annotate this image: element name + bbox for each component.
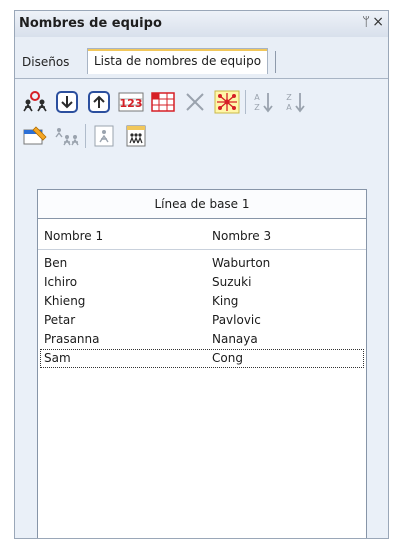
cell-name-1: Petar <box>44 313 76 327</box>
tab-designs[interactable]: Diseños <box>18 51 73 73</box>
tab-team-name-list[interactable]: Lista de nombres de equipo <box>87 48 269 74</box>
move-up-icon[interactable] <box>85 88 113 116</box>
cell-name-3: Nanaya <box>212 332 258 346</box>
toolbar-secondary <box>21 121 154 151</box>
svg-text:Z: Z <box>286 93 292 102</box>
svg-text:Z: Z <box>254 103 260 112</box>
cell-name-3: Pavlovic <box>212 313 261 327</box>
cell-name-3: Cong <box>212 351 243 365</box>
group-icon[interactable] <box>213 88 241 116</box>
toolbar-primary: 123 A Z Z A <box>21 87 314 117</box>
add-member-icon[interactable] <box>21 88 49 116</box>
sort-descending-icon[interactable]: Z A <box>282 88 310 116</box>
tab-content: 123 A Z Z A Línea de base 1 Nombre 1 Nom… <box>15 78 388 538</box>
move-down-icon[interactable] <box>53 88 81 116</box>
baseline-header[interactable]: Línea de base 1 <box>38 190 366 219</box>
single-member-icon[interactable] <box>90 122 118 150</box>
table-row[interactable]: Ichiro Suzuki <box>38 273 366 292</box>
table-row[interactable]: Ben Waburton <box>38 254 366 273</box>
cell-name-1: Khieng <box>44 294 86 308</box>
table-rows: Ben Waburton Ichiro Suzuki Khieng King P… <box>38 250 366 368</box>
panel-title: Nombres de equipo <box>19 16 162 31</box>
cell-name-3: Suzuki <box>212 275 252 289</box>
column-header-name-1[interactable]: Nombre 1 <box>44 219 103 253</box>
grid-delete-icon[interactable] <box>149 88 177 116</box>
tab-strip: Diseños Lista de nombres de equipo <box>15 37 388 79</box>
tab-divider <box>275 51 276 73</box>
cell-name-3: King <box>212 294 239 308</box>
team-icon[interactable] <box>53 122 81 150</box>
sort-ascending-icon[interactable]: A Z <box>250 88 278 116</box>
table-row[interactable]: Prasanna Nanaya <box>38 330 366 349</box>
cell-name-1: Prasanna <box>44 332 100 346</box>
cell-name-1: Ben <box>44 256 68 270</box>
cell-name-3: Waburton <box>212 256 271 270</box>
numbering-icon[interactable]: 123 <box>117 88 145 116</box>
edit-list-icon[interactable] <box>21 122 49 150</box>
delete-icon[interactable] <box>181 88 209 116</box>
panel-titlebar: Nombres de equipo ᛘ × <box>15 11 388 38</box>
team-names-table: Línea de base 1 Nombre 1 Nombre 3 Ben Wa… <box>37 189 367 538</box>
toolbar-separator <box>245 90 246 114</box>
table-row[interactable]: Khieng King <box>38 292 366 311</box>
pin-icon[interactable]: ᛘ <box>362 15 370 30</box>
close-icon[interactable]: × <box>372 14 384 30</box>
svg-text:A: A <box>254 93 260 102</box>
svg-text:A: A <box>286 103 292 112</box>
team-names-panel: Nombres de equipo ᛘ × Diseños Lista de n… <box>14 10 389 539</box>
cell-name-1: Sam <box>44 351 71 365</box>
column-header-name-3[interactable]: Nombre 3 <box>212 219 271 253</box>
multi-member-icon[interactable] <box>122 122 150 150</box>
table-row[interactable]: Petar Pavlovic <box>38 311 366 330</box>
column-headers: Nombre 1 Nombre 3 <box>38 219 366 250</box>
cell-name-1: Ichiro <box>44 275 78 289</box>
toolbar-separator-2 <box>85 124 86 148</box>
numbering-text: 123 <box>120 97 143 110</box>
table-row-selected[interactable]: Sam Cong <box>40 349 364 368</box>
